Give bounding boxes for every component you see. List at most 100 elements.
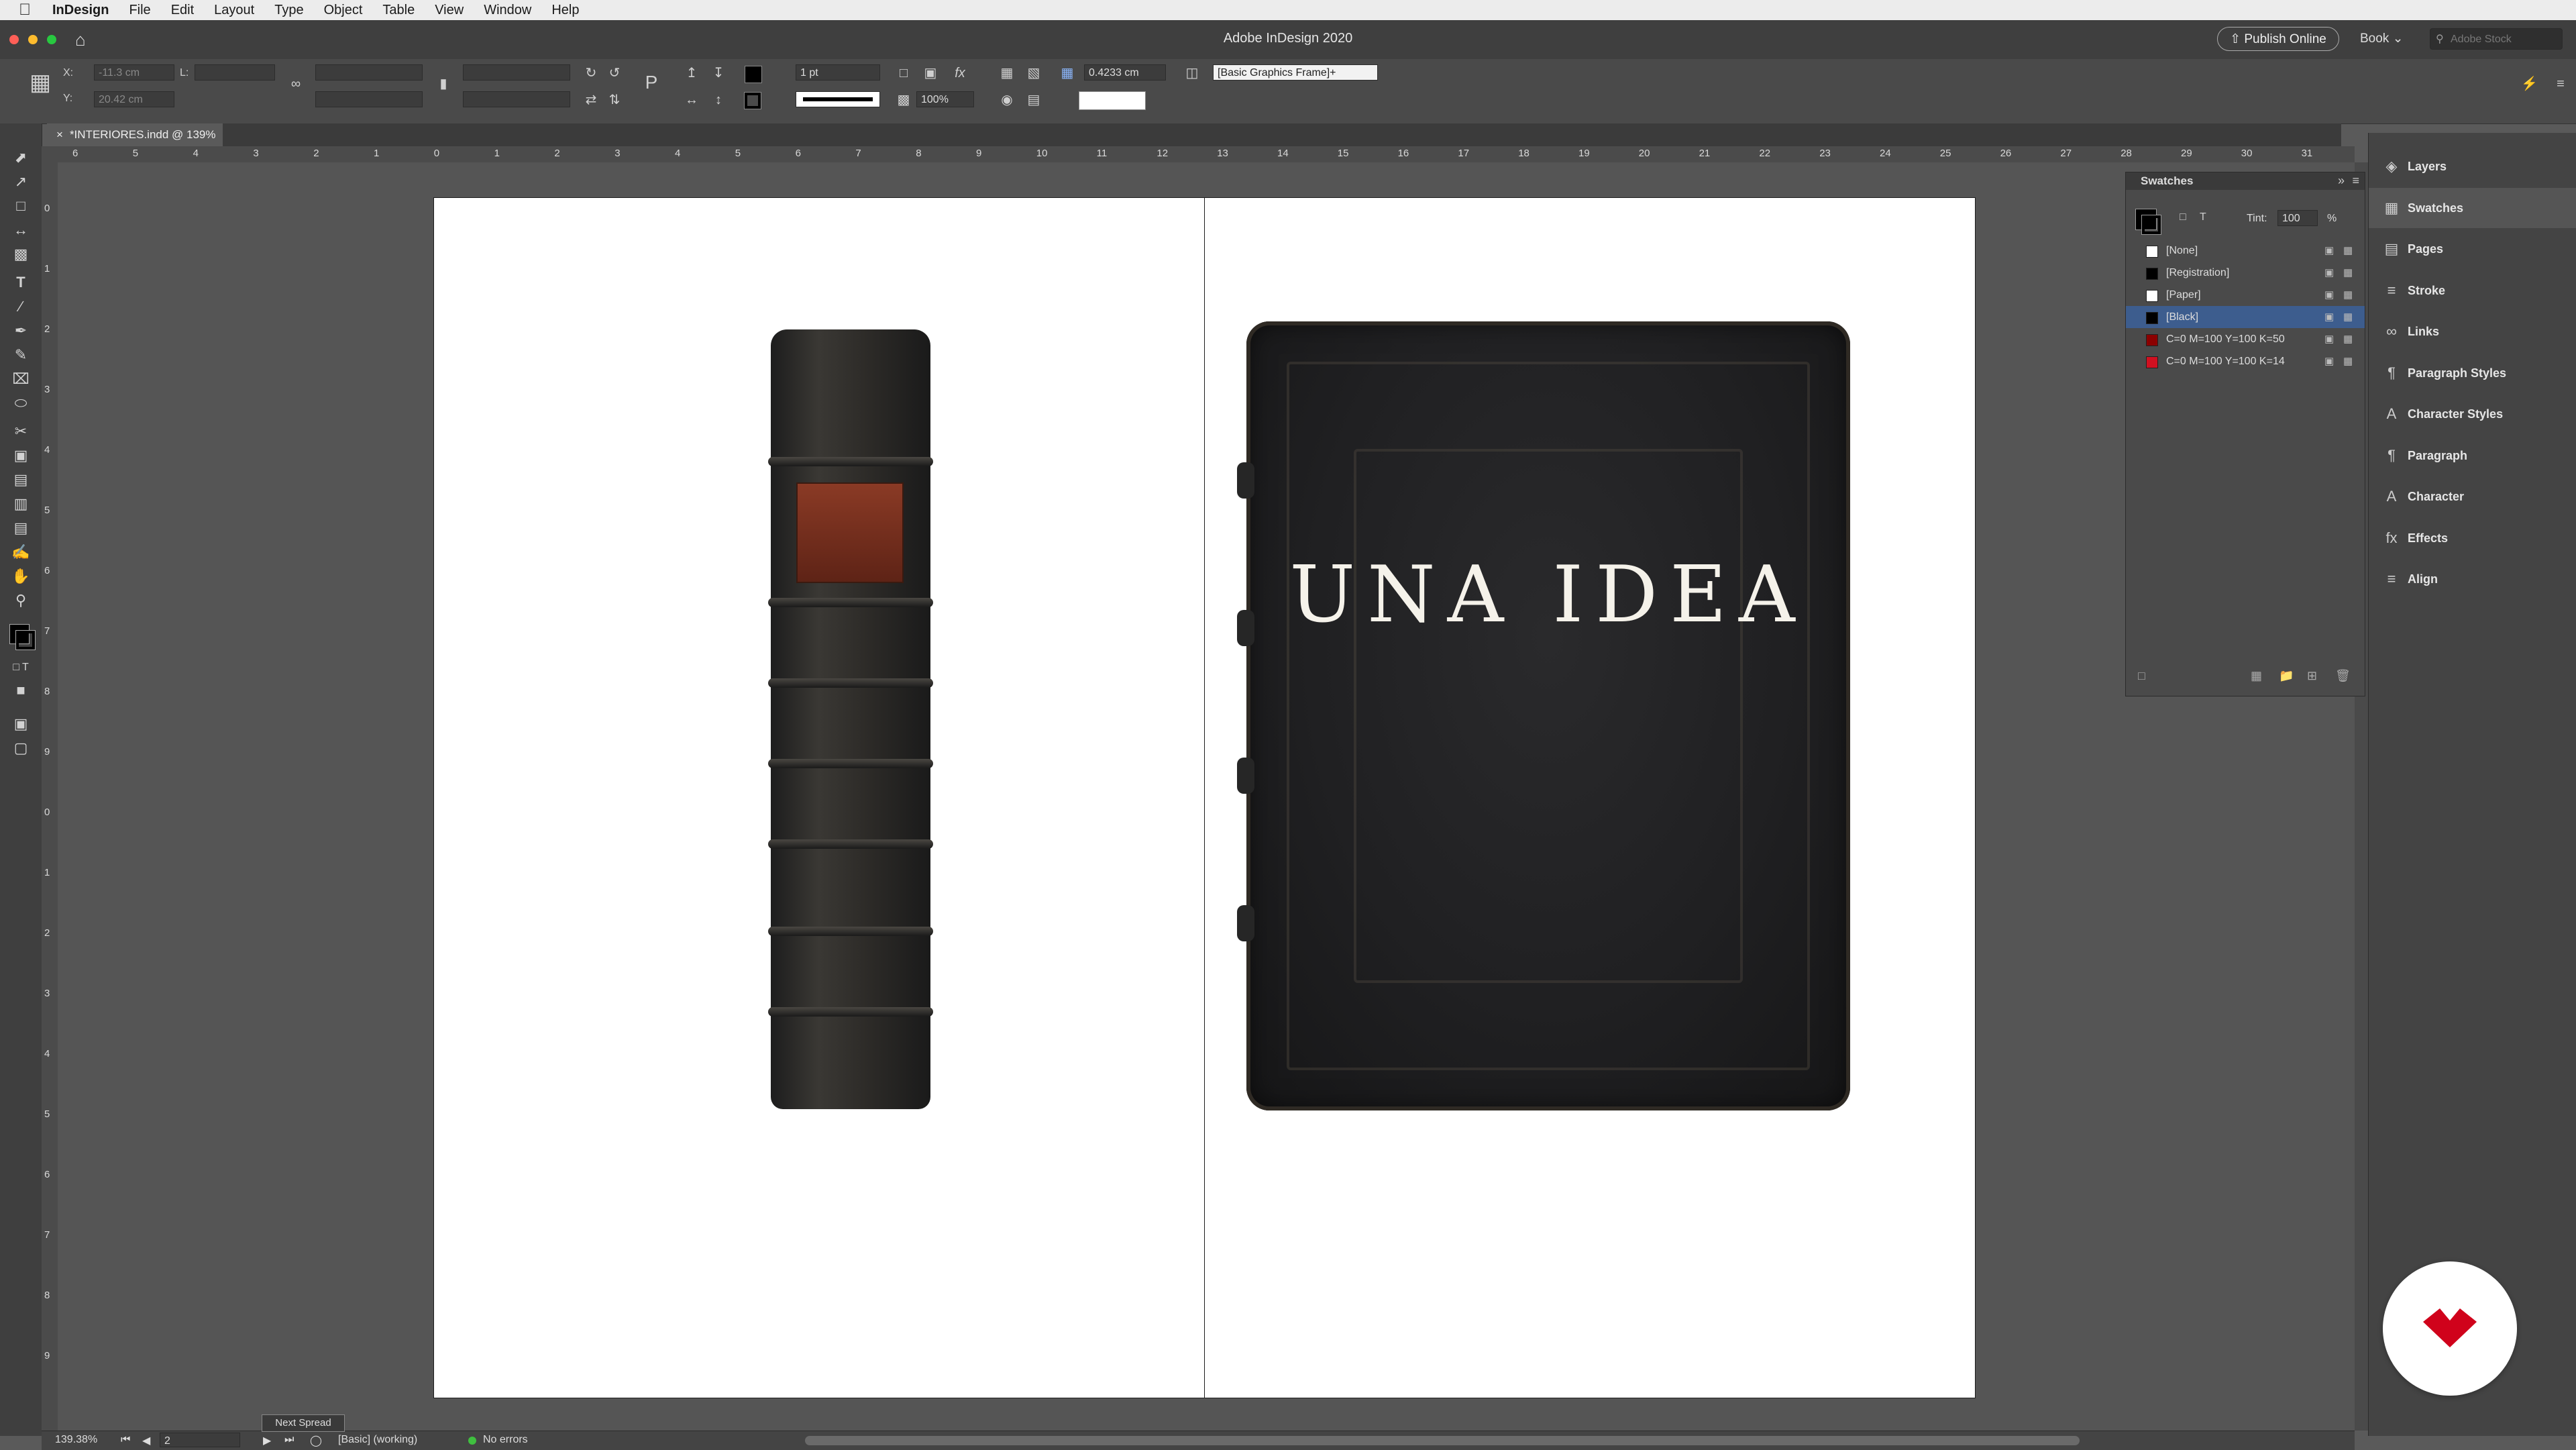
new-swatch-icon[interactable]: ⊞: [2307, 669, 2317, 683]
y-position-field[interactable]: 20.42 cm: [94, 91, 174, 107]
next-page-icon[interactable]: ▶: [263, 1434, 271, 1447]
swatch-views-icon[interactable]: ▦: [2251, 669, 2262, 683]
menu-table[interactable]: Table: [382, 3, 415, 18]
book-cover-image[interactable]: UNA IDEA: [1237, 321, 1850, 1110]
new-color-group-icon[interactable]: 📁: [2279, 669, 2294, 683]
drop-shadow-icon[interactable]: □: [896, 66, 911, 81]
scale-y-field[interactable]: [315, 91, 423, 107]
direct-selection-tool-icon[interactable]: ↗: [11, 172, 31, 192]
dock-item-character-styles[interactable]: A Character Styles: [2369, 394, 2576, 434]
menu-object[interactable]: Object: [324, 3, 363, 18]
type-tool-icon[interactable]: T: [11, 272, 31, 293]
stroke-type-dropdown[interactable]: [796, 91, 880, 107]
panel-menu-icon[interactable]: ≡: [2553, 76, 2568, 91]
right-page[interactable]: UNA IDEA: [1204, 197, 1976, 1398]
dock-item-stroke[interactable]: ≡ Stroke: [2369, 270, 2576, 311]
corner-options-icon[interactable]: ◫: [1185, 66, 1199, 81]
stroke-color-icon[interactable]: [15, 630, 36, 650]
publish-online-button[interactable]: ⇧ Publish Online: [2217, 27, 2339, 51]
flip-vertical-icon[interactable]: ⇅: [607, 93, 622, 107]
free-transform-tool-icon[interactable]: ▣: [11, 446, 31, 466]
next-spread-icon[interactable]: ⏭: [284, 1434, 294, 1446]
scale-x-field[interactable]: [315, 64, 423, 81]
first-page-icon[interactable]: ⏮: [121, 1434, 130, 1446]
auto-fit-icon[interactable]: ▦: [1060, 66, 1075, 81]
select-previous-icon[interactable]: ↔: [684, 93, 699, 107]
dock-item-character[interactable]: A Character: [2369, 476, 2576, 517]
gpu-bolt-icon[interactable]: ⚡: [2521, 76, 2538, 91]
page-tool-icon[interactable]: □: [11, 196, 31, 216]
width-field[interactable]: [195, 64, 275, 81]
preflight-profile[interactable]: [Basic] (working): [338, 1434, 417, 1446]
select-container-icon[interactable]: ↥: [684, 66, 699, 81]
swatch-row[interactable]: [None] ▣ ▦: [2126, 240, 2365, 262]
swatch-row[interactable]: C=0 M=100 Y=100 K=50 ▣ ▦: [2126, 328, 2365, 350]
reference-point-icon[interactable]: ▦: [27, 71, 54, 102]
swatch-row[interactable]: [Registration] ▣ ▦: [2126, 262, 2365, 284]
corner-offset-field[interactable]: 0.4233 cm: [1084, 64, 1166, 81]
horizontal-ruler[interactable]: 6 5 4 3 2 1 0 1 2 3 4 5 6 7 8 9 10 11 12 13 14 15 16 17 18 19 20 21…: [42, 146, 2355, 163]
content-collector-icon[interactable]: ▩: [11, 244, 31, 264]
screen-mode-icon[interactable]: ▣: [11, 714, 31, 734]
menu-layout[interactable]: Layout: [214, 3, 254, 18]
rotation-field[interactable]: [463, 64, 570, 81]
page-number-field[interactable]: 2: [160, 1433, 240, 1447]
flip-horizontal-icon[interactable]: ⇄: [584, 93, 598, 107]
adobe-stock-search[interactable]: ⚲ Adobe Stock: [2430, 28, 2563, 50]
scissors-tool-icon[interactable]: ✂: [11, 421, 31, 442]
swatch-row[interactable]: [Black] ▣ ▦: [2126, 306, 2365, 328]
book-workspace-menu[interactable]: Book ⌄: [2360, 31, 2404, 46]
dock-item-effects[interactable]: fx Effects: [2369, 518, 2576, 558]
container-icon[interactable]: □: [2180, 211, 2186, 223]
selection-tool-icon[interactable]: ⬈: [11, 148, 31, 168]
fx-icon[interactable]: fx: [953, 66, 967, 81]
book-spine-image[interactable]: [768, 329, 933, 1109]
gradient-feather-tool-icon[interactable]: ▥: [11, 494, 31, 514]
object-style-dropdown[interactable]: [Basic Graphics Frame]+: [1213, 64, 1378, 81]
menu-window[interactable]: Window: [484, 3, 531, 18]
menu-app[interactable]: InDesign: [52, 3, 109, 18]
zoom-level[interactable]: 139.38%: [55, 1434, 97, 1446]
fill-swatch[interactable]: [745, 66, 762, 83]
gradient-swatch-tool-icon[interactable]: ▤: [11, 470, 31, 490]
select-content-icon[interactable]: ↧: [711, 66, 726, 81]
apple-icon[interactable]: : [19, 0, 39, 20]
swatches-panel-title[interactable]: Swatches: [2126, 172, 2365, 190]
dock-item-paragraph[interactable]: ¶ Paragraph: [2369, 435, 2576, 476]
stroke-swatch-icon[interactable]: [2141, 215, 2161, 235]
rotate-cw-icon[interactable]: ↻: [584, 66, 598, 81]
menu-edit[interactable]: Edit: [171, 3, 194, 18]
preview-mode-icon[interactable]: ▢: [11, 738, 31, 758]
zoom-tool-icon[interactable]: ⚲: [11, 590, 31, 611]
delete-swatch-icon[interactable]: 🗑: [2335, 669, 2351, 683]
constrain-proportions-icon[interactable]: ∞: [288, 76, 303, 91]
effects-frame-icon[interactable]: ▣: [923, 66, 938, 81]
dock-item-paragraph-styles[interactable]: ¶ Paragraph Styles: [2369, 353, 2576, 393]
dock-item-layers[interactable]: ◈ Layers: [2369, 146, 2576, 187]
stroke-swatch[interactable]: [744, 92, 761, 109]
formatting-affects-container-icon[interactable]: □ T: [11, 658, 31, 678]
paragraph-icon[interactable]: P: [644, 73, 659, 92]
gap-tool-icon[interactable]: ↔: [11, 220, 31, 240]
cover-title-text[interactable]: UNA IDEA: [1246, 550, 1850, 640]
pasteboard[interactable]: UNA IDEA: [58, 162, 2355, 1431]
swatch-row[interactable]: [Paper] ▣ ▦: [2126, 284, 2365, 306]
panel-options-icon[interactable]: ≡: [2352, 174, 2359, 188]
text-icon[interactable]: T: [2200, 211, 2206, 223]
dock-item-links[interactable]: ∞ Links: [2369, 311, 2576, 352]
dock-item-swatches[interactable]: ▦ Swatches: [2369, 187, 2576, 228]
close-tab-icon[interactable]: ×: [56, 128, 63, 141]
hand-tool-icon[interactable]: ✋: [11, 566, 31, 586]
rotate-ccw-icon[interactable]: ↺: [607, 66, 622, 81]
menu-view[interactable]: View: [435, 3, 464, 18]
opacity-field[interactable]: 100%: [916, 91, 974, 107]
fit-frame-icon[interactable]: ▤: [1026, 93, 1041, 107]
swatch-row[interactable]: C=0 M=100 Y=100 K=14 ▣ ▦: [2126, 350, 2365, 372]
collapse-panel-icon[interactable]: »: [2338, 174, 2345, 188]
vertical-ruler[interactable]: 0 1 2 3 4 5 6 7 8 9 0 1 2 3 4 5 6 7 8 9: [42, 162, 58, 1431]
dock-item-pages[interactable]: ▤ Pages: [2369, 229, 2576, 269]
open-document-icon[interactable]: ◯: [310, 1434, 322, 1447]
stroke-weight-field[interactable]: 1 pt: [796, 64, 880, 81]
x-position-field[interactable]: -11.3 cm: [94, 64, 174, 81]
ellipse-tool-icon[interactable]: ⬭: [11, 393, 31, 413]
